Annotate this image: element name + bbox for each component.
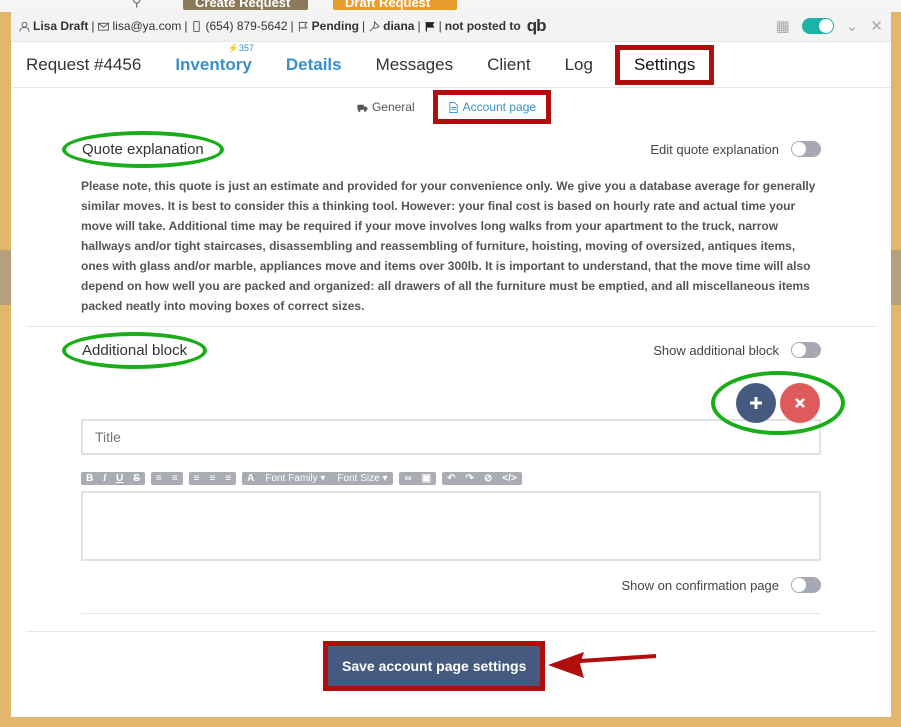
tab-settings[interactable]: Settings (614, 44, 715, 85)
bullet-list-icon[interactable]: ≡ (151, 472, 167, 485)
section-divider (81, 613, 821, 614)
tab-client[interactable]: Client (487, 55, 530, 75)
background-search-icon: ⚲ (132, 0, 142, 9)
show-additional-block-toggle[interactable] (791, 342, 821, 358)
show-additional-block-label: Show additional block (653, 342, 779, 358)
link-icon[interactable]: ∞ (399, 472, 416, 485)
request-status: Pending | (298, 19, 365, 33)
show-on-confirmation-toggle[interactable] (791, 577, 821, 593)
clear-format-icon[interactable]: ⊘ (479, 472, 497, 485)
client-email: lisa@ya.com | (98, 19, 187, 33)
header-toggle[interactable] (801, 18, 834, 34)
image-icon[interactable]: ▣ (417, 472, 436, 485)
client-phone: (654) 879-5642 | (191, 19, 294, 33)
truck-icon (357, 104, 368, 112)
quote-explanation-heading: Quote explanation (62, 130, 224, 168)
tab-inventory[interactable]: Inventory ⚡357 (175, 43, 254, 75)
document-icon (449, 101, 458, 113)
background-create-request-button: Create Request (183, 0, 308, 10)
additional-block-heading: Additional block (62, 331, 208, 369)
remove-block-button[interactable] (780, 383, 820, 423)
background-draft-request-button: Draft Request (333, 0, 457, 10)
save-account-page-settings-button[interactable]: Save account page settings (328, 646, 541, 686)
request-tabs: Request #4456 Inventory ⚡357 Details Mes… (11, 42, 891, 88)
block-action-buttons (711, 371, 845, 435)
annotation-arrow-icon (548, 652, 657, 678)
envelope-icon (98, 22, 110, 31)
tab-log[interactable]: Log (565, 55, 593, 75)
block-title-input[interactable] (81, 419, 821, 455)
redo-icon[interactable]: ↷ (460, 472, 478, 485)
subtab-general[interactable]: General (357, 100, 415, 114)
settings-subtabs: General Account page (11, 88, 891, 126)
strikethrough-icon[interactable]: S (128, 472, 145, 485)
tab-request[interactable]: Request #4456 (26, 55, 141, 75)
numbered-list-icon[interactable]: ≡ (167, 472, 183, 485)
client-name: Lisa Draft | (19, 19, 94, 33)
font-family-select[interactable]: Font Family ▾ (259, 472, 331, 485)
chevron-down-icon[interactable]: ⌄ (846, 17, 859, 35)
request-modal: Lisa Draft | lisa@ya.com | (654) 879-5642… (11, 11, 891, 717)
flag-outline-icon (298, 21, 308, 32)
plus-icon (750, 397, 762, 409)
assigned-agent: diana | (369, 19, 421, 33)
tab-details[interactable]: Details (286, 55, 342, 75)
font-size-select[interactable]: Font Size ▾ (331, 472, 393, 485)
calculator-icon[interactable]: ▦ (776, 17, 790, 35)
save-button-highlight: Save account page settings (323, 641, 546, 691)
quote-explanation-section: Quote explanation Edit quote explanation… (11, 126, 891, 326)
block-content-editor[interactable] (81, 491, 821, 561)
phone-icon (193, 20, 201, 32)
font-color-icon[interactable]: A (242, 472, 259, 485)
quickbooks-logo: qb (526, 16, 547, 35)
align-left-icon[interactable]: ≡ (189, 472, 205, 485)
code-view-icon[interactable]: </> (497, 472, 521, 485)
modal-footer: Save account page settings (11, 632, 891, 712)
show-on-confirmation-label: Show on confirmation page (621, 577, 779, 593)
user-icon (19, 21, 30, 32)
flag-icon (425, 21, 435, 32)
edit-quote-explanation-toggle[interactable] (791, 141, 821, 157)
bold-icon[interactable]: B (81, 472, 98, 485)
align-center-icon[interactable]: ≡ (204, 472, 220, 485)
pin-icon (369, 20, 380, 31)
subtab-account-page[interactable]: Account page (432, 90, 552, 124)
edit-quote-explanation-label: Edit quote explanation (650, 141, 779, 157)
tab-messages[interactable]: Messages (376, 55, 453, 75)
editor-toolbar: B I U S ≡ ≡ ≡ ≡ ≡ A Font Family ▾ Font S… (81, 472, 821, 485)
close-icon (795, 398, 805, 408)
quickbooks-status: | not posted to qb (425, 16, 546, 36)
underline-icon[interactable]: U (111, 472, 128, 485)
italic-icon[interactable]: I (98, 472, 111, 485)
additional-block-section: Additional block Show additional block B… (11, 327, 891, 593)
close-icon[interactable]: ✕ (870, 17, 883, 35)
request-info-bar: Lisa Draft | lisa@ya.com | (654) 879-5642… (11, 11, 891, 42)
add-block-button[interactable] (736, 383, 776, 423)
quote-explanation-text: Please note, this quote is just an estim… (81, 179, 816, 313)
inventory-count-badge: ⚡357 (227, 42, 254, 53)
undo-icon[interactable]: ↶ (442, 472, 460, 485)
align-right-icon[interactable]: ≡ (220, 472, 236, 485)
